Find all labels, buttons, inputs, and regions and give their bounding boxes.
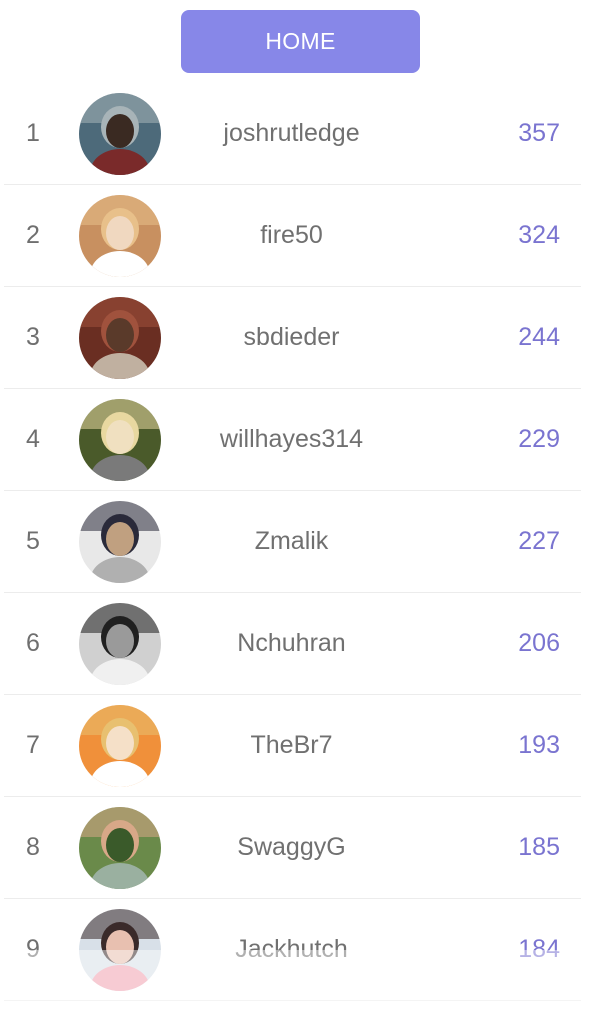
avatar-photo (79, 93, 161, 175)
avatar (79, 399, 161, 481)
rank-number: 1 (26, 119, 40, 147)
leaderboard-row[interactable]: 1 joshrutledge 357 (4, 83, 581, 185)
avatar (79, 195, 161, 277)
rank-number: 6 (26, 629, 40, 657)
leaderboard-row[interactable]: 5 Zmalik 227 (4, 491, 581, 593)
avatar-photo (79, 399, 161, 481)
leaderboard-row[interactable]: 2 fire50 324 (4, 185, 581, 287)
avatar (79, 501, 161, 583)
leaderboard-row[interactable]: 8 SwaggyG 185 (4, 797, 581, 899)
leaderboard-row[interactable]: 4 willhayes314 229 (4, 389, 581, 491)
rank-number: 4 (26, 425, 40, 453)
score: 184 (518, 935, 560, 963)
username: SwaggyG (237, 833, 346, 861)
avatar (79, 297, 161, 379)
username: joshrutledge (223, 119, 360, 147)
score: 193 (518, 731, 560, 759)
avatar (79, 807, 161, 889)
avatar-photo (79, 195, 161, 277)
leaderboard-row[interactable]: 7 TheBr7 193 (4, 695, 581, 797)
avatar-photo (79, 909, 161, 991)
avatar-photo (79, 501, 161, 583)
avatar (79, 93, 161, 175)
username: Nchuhran (237, 629, 346, 657)
username: willhayes314 (219, 425, 364, 453)
rank-number: 8 (26, 833, 40, 861)
rank-number: 3 (26, 323, 40, 351)
score: 185 (518, 833, 560, 861)
username: fire50 (260, 221, 323, 249)
leaderboard-row[interactable]: 3 sbdieder 244 (4, 287, 581, 389)
score: 324 (518, 221, 560, 249)
avatar-photo (79, 705, 161, 787)
leaderboard-row[interactable]: 9 Jackhutch 184 (4, 899, 581, 1001)
leaderboard-list: 1 joshrutledge 357 2 fire50 324 3 sbdied… (0, 83, 598, 1001)
username: TheBr7 (250, 731, 333, 759)
home-button[interactable]: HOME (181, 10, 420, 73)
leaderboard-row[interactable]: 6 Nchuhran 206 (4, 593, 581, 695)
avatar-photo (79, 603, 161, 685)
top-bar: HOME (0, 0, 598, 86)
username: Zmalik (254, 527, 329, 555)
avatar (79, 705, 161, 787)
rank-number: 7 (26, 731, 40, 759)
avatar-photo (79, 297, 161, 379)
score: 229 (518, 425, 560, 453)
avatar (79, 603, 161, 685)
avatar (79, 909, 161, 991)
rank-number: 2 (26, 221, 40, 249)
score: 227 (518, 527, 560, 555)
score: 206 (518, 629, 560, 657)
username: Jackhutch (235, 935, 348, 963)
rank-number: 9 (26, 935, 40, 963)
score: 357 (518, 119, 560, 147)
username: sbdieder (243, 323, 340, 351)
rank-number: 5 (26, 527, 40, 555)
score: 244 (518, 323, 560, 351)
avatar-photo (79, 807, 161, 889)
